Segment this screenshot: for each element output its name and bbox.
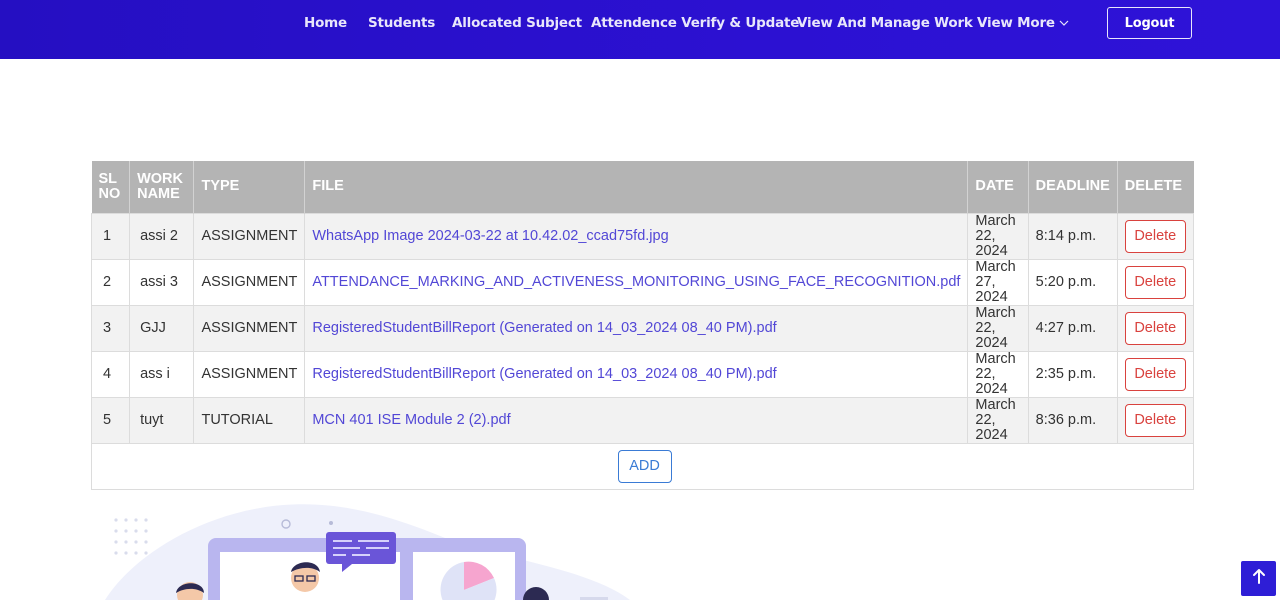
header-sl-line2: NO: [98, 185, 121, 202]
header-delete: DELETE: [1116, 161, 1194, 213]
delete-button[interactable]: Delete: [1124, 403, 1186, 437]
table-header-row: SL NO WORK NAME TYPE FILE DATE DEADLINE DE…: [91, 161, 1194, 213]
cell-delete: Delete: [1116, 212, 1195, 259]
cell-date: March 22, 2024: [967, 304, 1029, 351]
date-line2: 2024: [975, 242, 1008, 259]
date-line2: 2024: [975, 334, 1008, 351]
date-line1: March 27,: [975, 258, 1016, 290]
date-line2: 2024: [975, 380, 1008, 397]
cell-deadline: 2:35 p.m.: [1027, 350, 1118, 397]
table-row: 1 assi 2 ASSIGNMENT WhatsApp Image 2024-…: [90, 212, 1195, 259]
cell-date: March 27, 2024: [967, 258, 1029, 305]
decorative-illustration: [90, 500, 650, 605]
cell-delete: Delete: [1116, 350, 1195, 397]
cell-deadline: 4:27 p.m.: [1027, 304, 1118, 351]
cell-work-name: assi 2: [129, 212, 194, 259]
cell-delete: Delete: [1116, 304, 1195, 351]
cell-work-name: assi 3: [129, 258, 194, 305]
cell-work-name: GJJ: [129, 304, 194, 351]
delete-button[interactable]: Delete: [1124, 219, 1186, 253]
file-link[interactable]: ATTENDANCE_MARKING_AND_ACTIVENESS_MONITO…: [312, 274, 960, 290]
arrow-up-icon: [1252, 568, 1266, 589]
cell-type: ASSIGNMENT: [193, 212, 305, 259]
date-line1: March 22,: [975, 212, 1016, 244]
file-link[interactable]: RegisteredStudentBillReport (Generated o…: [312, 366, 776, 382]
header-type: TYPE: [193, 161, 305, 213]
cell-date: March 22, 2024: [967, 350, 1029, 397]
add-button[interactable]: ADD: [617, 449, 672, 483]
header-sl-no: SL NO: [91, 161, 130, 213]
cell-work-name: ass i: [129, 350, 194, 397]
cell-type: ASSIGNMENT: [193, 258, 305, 305]
table-row: 5 tuyt TUTORIAL MCN 401 ISE Module 2 (2)…: [90, 396, 1195, 443]
cell-file: RegisteredStudentBillReport (Generated o…: [304, 304, 968, 351]
works-table: SL NO WORK NAME TYPE FILE DATE DEADLINE DE…: [90, 161, 1195, 490]
cell-deadline: 8:14 p.m.: [1027, 212, 1118, 259]
nav-view-more-label: View More: [977, 15, 1055, 31]
cell-sl: 2: [90, 258, 130, 305]
date-line1: March 22,: [975, 304, 1016, 336]
nav-link-home[interactable]: Home: [304, 15, 347, 31]
nav-link-view-manage-work[interactable]: View And Manage Work: [797, 15, 973, 31]
cell-file: MCN 401 ISE Module 2 (2).pdf: [304, 396, 968, 443]
header-work-line1: WORK: [137, 170, 184, 187]
cell-file: ATTENDANCE_MARKING_AND_ACTIVENESS_MONITO…: [304, 258, 968, 305]
nav-link-view-more[interactable]: View More: [977, 15, 1069, 31]
date-line2: 2024: [975, 426, 1008, 443]
add-row: ADD: [91, 442, 1194, 490]
cell-sl: 4: [90, 350, 130, 397]
cell-type: ASSIGNMENT: [193, 304, 305, 351]
nav-link-allocated-subject[interactable]: Allocated Subject: [452, 15, 582, 31]
cell-type: TUTORIAL: [193, 396, 305, 443]
cell-sl: 3: [90, 304, 130, 351]
cell-delete: Delete: [1116, 396, 1195, 443]
nav-links: Home Students Allocated Subject Attenden…: [0, 0, 1280, 47]
cell-sl: 1: [90, 212, 130, 259]
header-date: DATE: [967, 161, 1029, 213]
cell-delete: Delete: [1116, 258, 1195, 305]
cell-file: WhatsApp Image 2024-03-22 at 10.42.02_cc…: [304, 212, 968, 259]
top-navbar: Home Students Allocated Subject Attenden…: [0, 0, 1280, 59]
chevron-down-icon: [1059, 15, 1069, 31]
cell-type: ASSIGNMENT: [193, 350, 305, 397]
date-line1: March 22,: [975, 396, 1016, 428]
header-deadline: DEADLINE: [1027, 161, 1118, 213]
cell-deadline: 5:20 p.m.: [1027, 258, 1118, 305]
table-row: 3 GJJ ASSIGNMENT RegisteredStudentBillRe…: [90, 304, 1195, 351]
cell-date: March 22, 2024: [967, 212, 1029, 259]
cell-work-name: tuyt: [129, 396, 194, 443]
file-link[interactable]: MCN 401 ISE Module 2 (2).pdf: [312, 412, 510, 428]
nav-link-attendence-verify[interactable]: Attendence Verify & Update: [591, 15, 799, 31]
cell-date: March 22, 2024: [967, 396, 1029, 443]
header-file: FILE: [304, 161, 968, 213]
cell-sl: 5: [90, 396, 130, 443]
date-line2: 2024: [975, 288, 1008, 305]
header-work-line2: NAME: [137, 185, 180, 202]
scroll-to-top-button[interactable]: [1241, 561, 1276, 596]
header-sl-line1: SL: [98, 170, 118, 187]
logout-button[interactable]: Logout: [1107, 7, 1192, 39]
table-row: 2 assi 3 ASSIGNMENT ATTENDANCE_MARKING_A…: [90, 258, 1195, 305]
header-work-name: WORK NAME: [129, 161, 194, 213]
nav-link-students[interactable]: Students: [368, 15, 435, 31]
table-row: 4 ass i ASSIGNMENT RegisteredStudentBill…: [90, 350, 1195, 397]
date-line1: March 22,: [975, 350, 1016, 382]
add-cell: ADD: [91, 442, 1194, 490]
delete-button[interactable]: Delete: [1124, 311, 1186, 345]
file-link[interactable]: WhatsApp Image 2024-03-22 at 10.42.02_cc…: [312, 228, 668, 244]
delete-button[interactable]: Delete: [1124, 265, 1186, 299]
cell-file: RegisteredStudentBillReport (Generated o…: [304, 350, 968, 397]
file-link[interactable]: RegisteredStudentBillReport (Generated o…: [312, 320, 776, 336]
cell-deadline: 8:36 p.m.: [1027, 396, 1118, 443]
delete-button[interactable]: Delete: [1124, 357, 1186, 391]
